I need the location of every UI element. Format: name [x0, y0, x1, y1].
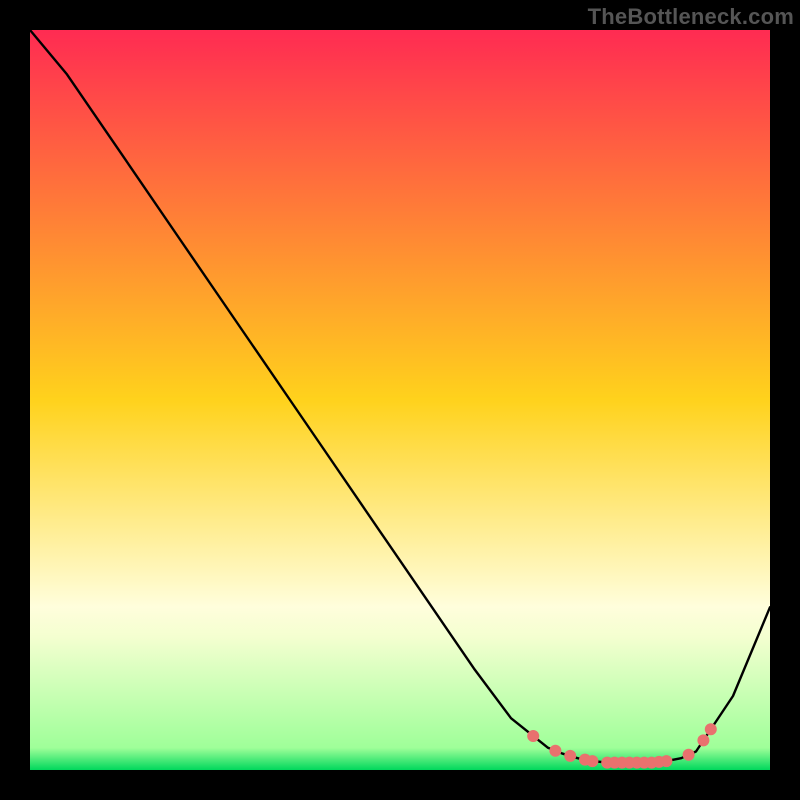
- curve-marker: [705, 723, 717, 735]
- bottleneck-chart: [0, 0, 800, 800]
- chart-frame: TheBottleneck.com: [0, 0, 800, 800]
- curve-marker: [564, 750, 576, 762]
- curve-marker: [586, 755, 598, 767]
- plot-background: [30, 30, 770, 770]
- curve-marker: [683, 749, 695, 761]
- curve-marker: [660, 755, 672, 767]
- curve-marker: [697, 734, 709, 746]
- curve-marker: [527, 730, 539, 742]
- watermark-text: TheBottleneck.com: [588, 4, 794, 30]
- curve-marker: [549, 745, 561, 757]
